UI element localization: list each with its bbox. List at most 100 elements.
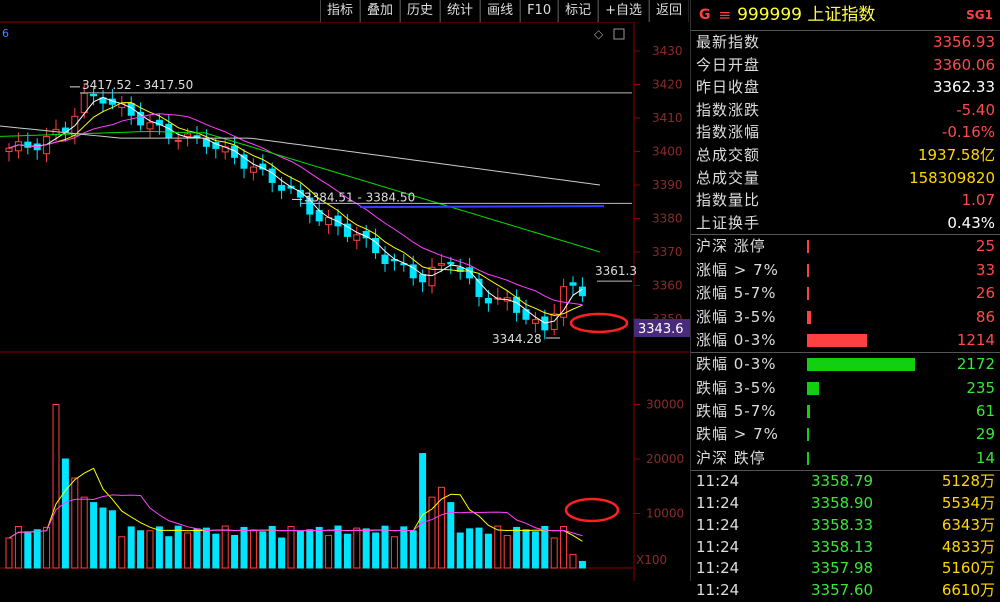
sg-badge[interactable]: SG1 (966, 0, 993, 30)
quote-value: 1937.58亿 (917, 145, 995, 164)
breadth-label: 跌幅 5-7% (696, 402, 777, 421)
quote-row: 指数涨幅 -0.16% (691, 121, 1000, 144)
window-icon[interactable] (613, 28, 625, 40)
tick-row: 11:24 3358.79 5128万 (691, 471, 1000, 493)
candle-body (278, 184, 286, 191)
toolbar-button-4[interactable]: 画线 (480, 0, 521, 22)
tick-volume: 5128万 (941, 472, 995, 491)
quote-label: 最新指数 (696, 33, 761, 51)
volume-bar (137, 530, 145, 569)
tick-price: 3358.33 (811, 515, 874, 534)
quote-row: 总成交额 1937.58亿 (691, 144, 1000, 167)
volume-bar (108, 510, 116, 569)
volume-label: 30000 (646, 398, 684, 412)
volume-bar (296, 531, 304, 569)
breadth-row: 涨幅 5-7% 26 (691, 282, 1000, 305)
quote-label: 今日开盘 (696, 55, 761, 74)
menu-icon[interactable]: ≡ (719, 0, 732, 30)
breadth-row: 跌幅 5-7% 61 (691, 400, 1000, 423)
candle-body (24, 141, 32, 148)
volume-bar (569, 553, 577, 569)
breadth-label: 涨幅 5-7% (696, 284, 777, 303)
breadth-value: 61 (975, 402, 995, 421)
candle-body (90, 93, 98, 97)
candle-body (569, 282, 577, 286)
quote-label: 昨日收盘 (696, 78, 761, 97)
volume-bar (550, 537, 558, 569)
candle-body (447, 261, 455, 265)
breadth-value: 14 (975, 448, 995, 467)
toolbar-button-3[interactable]: 统计 (440, 0, 481, 22)
last-annotation: 3361.3 (595, 264, 637, 278)
toolbar-button-2[interactable]: 历史 (400, 0, 441, 22)
tick-volume: 5160万 (941, 559, 995, 578)
volume-bar (278, 537, 286, 569)
quote-row: 指数涨跌 -5.40 (691, 99, 1000, 122)
kline-chart[interactable]: ◇634303420341034003390338033703360335030… (0, 0, 690, 581)
tick-time: 11:24 (696, 559, 740, 578)
quote-panel: G ≡ 999999 上证指数 SG1 最新指数 3356.93 今日开盘 3360.… (690, 0, 1000, 599)
volume-bar (240, 526, 248, 569)
toolbar-button-5[interactable]: F10 (520, 0, 559, 22)
tick-price: 3357.60 (811, 581, 874, 600)
volume-bar (221, 525, 229, 569)
volume-bar (522, 529, 530, 569)
quote-value: 158309820 (909, 168, 995, 187)
breadth-bar (807, 451, 809, 465)
volume-bar (212, 533, 220, 569)
quote-label: 指数涨跌 (696, 100, 761, 119)
breadth-value: 235 (966, 378, 995, 397)
toolbar-button-6[interactable]: 标记 (558, 0, 599, 22)
breadth-bar (807, 428, 809, 442)
g-icon[interactable]: G (699, 0, 711, 30)
quote-row: 总成交量 158309820 (691, 167, 1000, 190)
candle-body (249, 166, 257, 173)
candle-body (578, 286, 586, 297)
volume-bar (409, 530, 417, 569)
price-label: 3430 (652, 44, 683, 58)
breadth-value: 33 (975, 260, 995, 279)
toolbar-button-0[interactable]: 指标 (320, 0, 361, 22)
candle-body (174, 139, 182, 142)
breadth-row: 涨幅 > 7% 33 (691, 259, 1000, 282)
price-label: 3360 (652, 279, 683, 293)
price-label: 3420 (652, 78, 683, 92)
breadth-bar (807, 263, 809, 277)
breadth-label: 涨幅 0-3% (696, 330, 777, 349)
breadth-label: 跌幅 > 7% (696, 425, 779, 444)
breadth-row: 涨幅 0-3% 1214 (691, 329, 1000, 352)
volume-bar (231, 534, 239, 569)
tick-list[interactable]: 11:24 3358.79 5128万 11:24 3358.90 5534万 11:24 3… (691, 470, 1000, 602)
breadth-bar (807, 358, 915, 372)
tick-time: 11:24 (696, 581, 740, 600)
volume-bar (127, 526, 135, 569)
quote-label: 上证换手 (696, 213, 761, 232)
toolbar-button-7[interactable]: +自选 (598, 0, 650, 22)
volume-bar (466, 528, 474, 569)
toolbar-button-8[interactable]: 返回 (649, 0, 690, 22)
tick-price: 3358.13 (811, 537, 874, 556)
current-price-label: 3343.6 (638, 322, 684, 337)
tick-volume: 5534万 (941, 494, 995, 513)
volume-bar (484, 533, 492, 569)
volume-bar (155, 526, 163, 569)
tick-volume: 6610万 (941, 581, 995, 600)
volume-bar (503, 534, 511, 569)
volume-bar (531, 531, 539, 569)
breadth-row: 沪深 涨停 25 (691, 235, 1000, 258)
quote-label: 指数量比 (696, 191, 761, 210)
toolbar-button-1[interactable]: 叠加 (360, 0, 401, 22)
candle-body (5, 147, 13, 152)
volume-bar (287, 525, 295, 569)
tick-row: 11:24 3358.33 6343万 (691, 515, 1000, 537)
quote-value: 1.07 (961, 191, 995, 210)
candle-body (268, 168, 276, 183)
breadth-value: 1214 (956, 330, 995, 349)
stock-title: 999999 上证指数 (737, 5, 876, 25)
quote-value: 3356.93 (932, 33, 995, 51)
volume-bar (61, 458, 69, 569)
candle-body (165, 123, 173, 139)
volume-bar (428, 496, 436, 569)
diamond-icon[interactable]: ◇ (594, 27, 604, 41)
tick-time: 11:24 (696, 537, 740, 556)
